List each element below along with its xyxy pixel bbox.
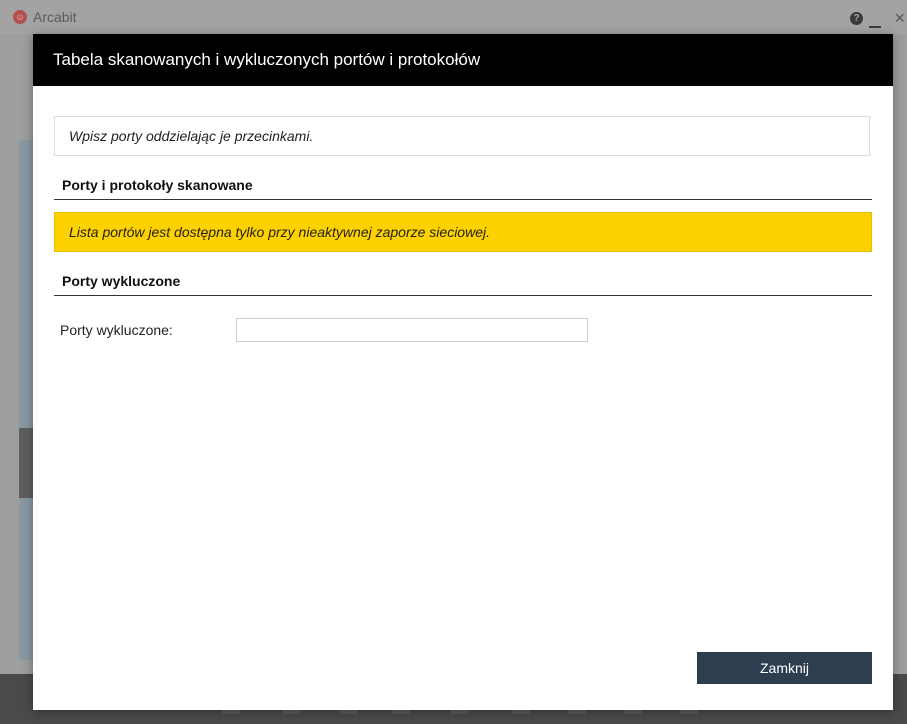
help-icon[interactable]: ?: [850, 12, 863, 25]
arcabit-logo-icon: ☺: [13, 10, 27, 24]
firewall-warning-text: Lista portów jest dostępna tylko przy ni…: [69, 224, 490, 240]
section-heading-scanned: Porty i protokoły skanowane: [54, 174, 872, 200]
dialog-header: Tabela skanowanych i wykluczonych portów…: [33, 34, 893, 86]
firewall-warning-box: Lista portów jest dostępna tylko przy ni…: [54, 212, 872, 252]
background-app-title: Arcabit: [33, 9, 77, 25]
background-titlebar: ☺ Arcabit: [0, 0, 907, 34]
excluded-ports-input[interactable]: [236, 318, 588, 342]
minimize-icon[interactable]: [869, 26, 881, 28]
window-close-icon[interactable]: ×: [894, 8, 905, 29]
excluded-ports-label: Porty wykluczone:: [60, 322, 173, 338]
section-heading-excluded: Porty wykluczone: [54, 270, 872, 296]
excluded-ports-row: Porty wykluczone:: [54, 316, 872, 344]
hint-text: Wpisz porty oddzielając je przecinkami.: [69, 128, 314, 144]
ports-dialog: Tabela skanowanych i wykluczonych portów…: [33, 34, 893, 710]
section-heading-excluded-label: Porty wykluczone: [62, 273, 181, 289]
section-heading-scanned-label: Porty i protokoły skanowane: [62, 177, 253, 193]
background-side-panel-dark: [19, 428, 33, 498]
background-side-panel: [19, 140, 33, 660]
hint-box: Wpisz porty oddzielając je przecinkami.: [54, 116, 870, 156]
close-button[interactable]: Zamknij: [697, 652, 872, 684]
dialog-title: Tabela skanowanych i wykluczonych portów…: [53, 50, 481, 69]
